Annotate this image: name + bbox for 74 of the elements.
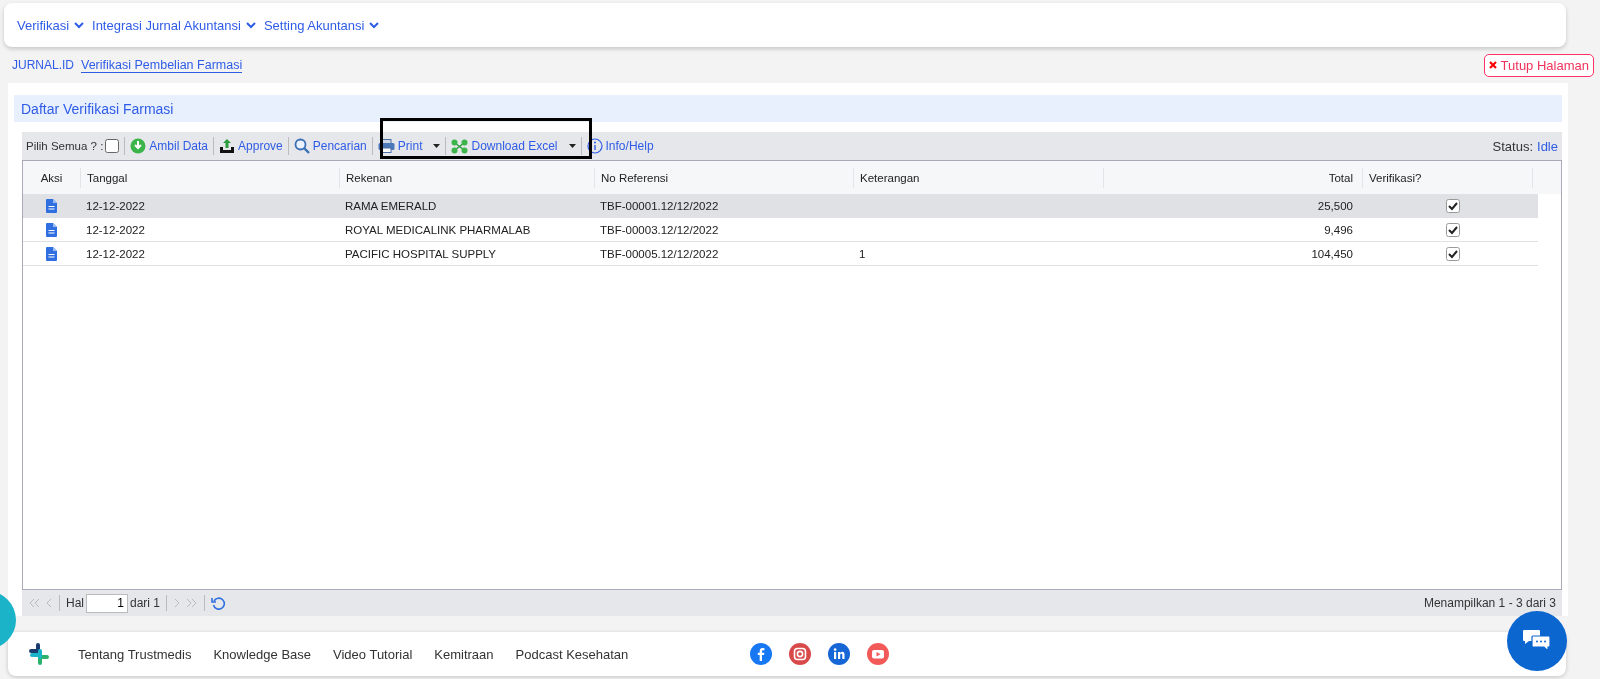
verified-checkbox[interactable]: [1446, 222, 1460, 237]
table-cell-text: 12-12-2022: [85, 247, 146, 260]
chat-bubbles-icon: [1522, 629, 1552, 653]
chevron-down-icon: [245, 21, 256, 29]
panel-title: Daftar Verifikasi Farmasi: [14, 95, 1562, 122]
globe-download-icon: [130, 138, 147, 154]
table-cell-text: 1: [858, 247, 867, 260]
column-header[interactable]: Aksi: [23, 167, 80, 188]
document-icon[interactable]: [46, 198, 57, 213]
info-icon: [586, 138, 603, 154]
logo-icon: [28, 643, 50, 665]
table-cell-text: RAMA EMERALD: [344, 199, 438, 212]
table-cell-text: TBF-00001.12/12/2022: [599, 199, 720, 212]
chevron-down-icon: [369, 21, 380, 29]
column-header[interactable]: Total: [1103, 167, 1362, 188]
toolbar-button[interactable]: Print: [377, 139, 441, 153]
breadcrumb-link[interactable]: Verifikasi Pembelian Farmasi: [81, 57, 243, 73]
refresh-icon[interactable]: [211, 595, 227, 611]
column-header[interactable]: Verifikasi?: [1362, 167, 1532, 188]
table-cell-text: 9,496: [1323, 223, 1354, 236]
table-row[interactable]: 12-12-2022 ROYAL MEDICALINK PHARMALAB TBF-00003.12/12/2022 9,496: [23, 218, 1538, 242]
toolbar-button[interactable]: Info/Help: [586, 138, 654, 154]
status-label: Status:: [1492, 138, 1534, 154]
facebook-icon[interactable]: [750, 643, 773, 665]
table-cell-text: 25,500: [1316, 199, 1354, 212]
column-header[interactable]: Keterangan: [853, 167, 1103, 188]
footer-link[interactable]: Kemitraan: [434, 646, 494, 662]
column-header[interactable]: No Referensi: [594, 167, 853, 188]
table-row[interactable]: 12-12-2022 RAMA EMERALD TBF-00001.12/12/2022 25,500: [23, 194, 1538, 218]
verified-checkbox[interactable]: [1446, 198, 1460, 213]
footer-link[interactable]: Knowledge Base: [213, 646, 312, 662]
toolbar-button[interactable]: Ambil Data: [130, 138, 209, 154]
record-summary: Menampilkan 1 - 3 dari 3: [1423, 596, 1556, 610]
toolbar-button[interactable]: Approve: [219, 138, 283, 154]
footer-link[interactable]: Podcast Kesehatan: [515, 646, 629, 662]
linkedin-icon[interactable]: [828, 643, 851, 665]
network-nodes-icon: [451, 138, 469, 154]
caret-icon: [568, 144, 576, 148]
page-count: dari 1: [130, 596, 161, 610]
footer-link[interactable]: Video Tutorial: [333, 646, 413, 662]
page-label: Hal: [66, 596, 84, 610]
caret-icon: [433, 144, 441, 148]
table-cell-text: TBF-00003.12/12/2022: [599, 223, 720, 236]
menu-link[interactable]: Integrasi Jurnal Akuntansi: [92, 17, 256, 33]
table-cell-text: 12-12-2022: [85, 223, 146, 236]
toolbar-button[interactable]: Download Excel: [451, 138, 576, 154]
select-all-checkbox[interactable]: [105, 139, 120, 153]
menu-link[interactable]: Setting Akuntansi: [263, 17, 380, 33]
column-header[interactable]: Rekenan: [339, 167, 594, 188]
status-value: Idle: [1537, 138, 1558, 154]
chevron-down-icon: [74, 21, 85, 29]
table-cell-text: TBF-00005.12/12/2022: [599, 247, 720, 260]
breadcrumb-link[interactable]: JURNAL.ID: [12, 58, 74, 72]
select-all-label: Pilih Semua ? :: [26, 140, 104, 152]
toolbar-button[interactable]: Pencarian: [293, 138, 367, 154]
search-icon: [293, 138, 310, 154]
upload-tray-icon: [219, 138, 236, 154]
column-header[interactable]: Tanggal: [80, 167, 339, 188]
document-icon[interactable]: [46, 222, 57, 237]
menu-link[interactable]: Verifikasi: [17, 17, 85, 33]
document-icon[interactable]: [46, 246, 57, 261]
table-row[interactable]: 12-12-2022 PACIFIC HOSPITAL SUPPLY TBF-00005.12/12/2022 1 104,450: [23, 242, 1538, 266]
table-cell-text: 104,450: [1310, 247, 1354, 260]
table-cell-text: ROYAL MEDICALINK PHARMALAB: [344, 223, 532, 236]
table-cell-text: 12-12-2022: [85, 199, 146, 212]
close-page-button[interactable]: Tutup Halaman: [1483, 53, 1594, 77]
printer-icon: [377, 139, 395, 153]
table-cell-text: PACIFIC HOSPITAL SUPPLY: [344, 247, 498, 260]
close-icon: [1488, 61, 1497, 69]
verified-checkbox[interactable]: [1446, 246, 1460, 261]
youtube-icon[interactable]: [867, 643, 890, 665]
instagram-icon[interactable]: [789, 643, 812, 665]
footer-link[interactable]: Tentang Trustmedis: [78, 646, 192, 662]
page-input[interactable]: 1: [86, 593, 128, 613]
